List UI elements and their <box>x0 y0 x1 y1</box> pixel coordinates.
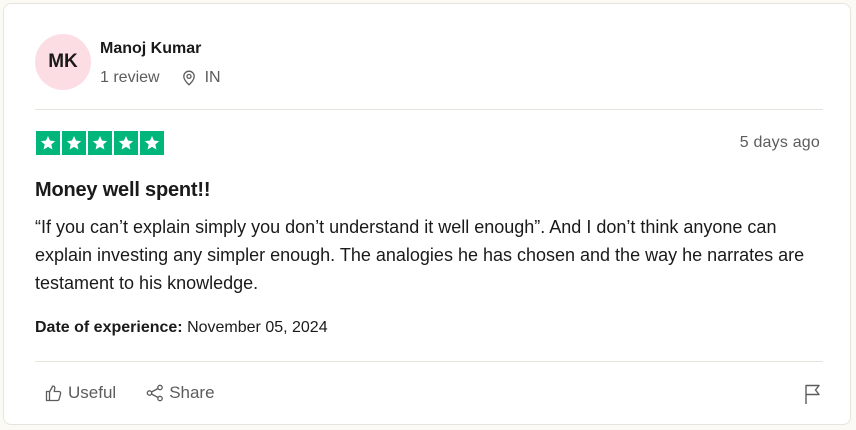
report-button[interactable] <box>803 383 823 410</box>
avatar[interactable]: MK <box>35 34 91 90</box>
share-icon <box>146 384 164 402</box>
reviewer-header: MK Manoj Kumar 1 review IN <box>35 34 221 90</box>
review-date: 5 days ago <box>739 134 820 151</box>
review-card: MK Manoj Kumar 1 review IN 5 days ago Mo… <box>3 3 851 425</box>
footer-divider <box>35 361 823 362</box>
reviewer-meta: 1 review IN <box>100 68 221 88</box>
thumbs-up-icon <box>45 385 62 402</box>
reviewer-info: Manoj Kumar 1 review IN <box>100 39 221 88</box>
star-icon <box>36 131 60 155</box>
location-pin-icon <box>182 70 195 86</box>
share-button[interactable]: Share <box>145 382 215 404</box>
review-body: “If you can’t explain simply you don’t u… <box>35 217 805 293</box>
experience-date: November 05, 2024 <box>187 319 328 336</box>
useful-label: Useful <box>68 383 117 402</box>
star-icon <box>114 131 138 155</box>
date-of-experience: Date of experience: November 05, 2024 <box>35 318 328 338</box>
star-icon <box>140 131 164 155</box>
reviewer-location: IN <box>181 68 221 88</box>
star-rating <box>36 131 164 155</box>
review-title[interactable]: Money well spent!! <box>35 176 211 204</box>
reviewer-name[interactable]: Manoj Kumar <box>100 39 221 59</box>
experience-label: Date of experience: <box>35 319 183 336</box>
star-icon <box>62 131 86 155</box>
flag-icon <box>805 384 820 404</box>
share-label: Share <box>169 383 215 402</box>
review-count: 1 review <box>100 68 160 86</box>
review-actions: Useful Share <box>44 382 215 404</box>
reviewer-country: IN <box>204 68 221 86</box>
star-icon <box>88 131 112 155</box>
header-divider <box>35 109 823 110</box>
useful-button[interactable]: Useful <box>44 382 116 404</box>
